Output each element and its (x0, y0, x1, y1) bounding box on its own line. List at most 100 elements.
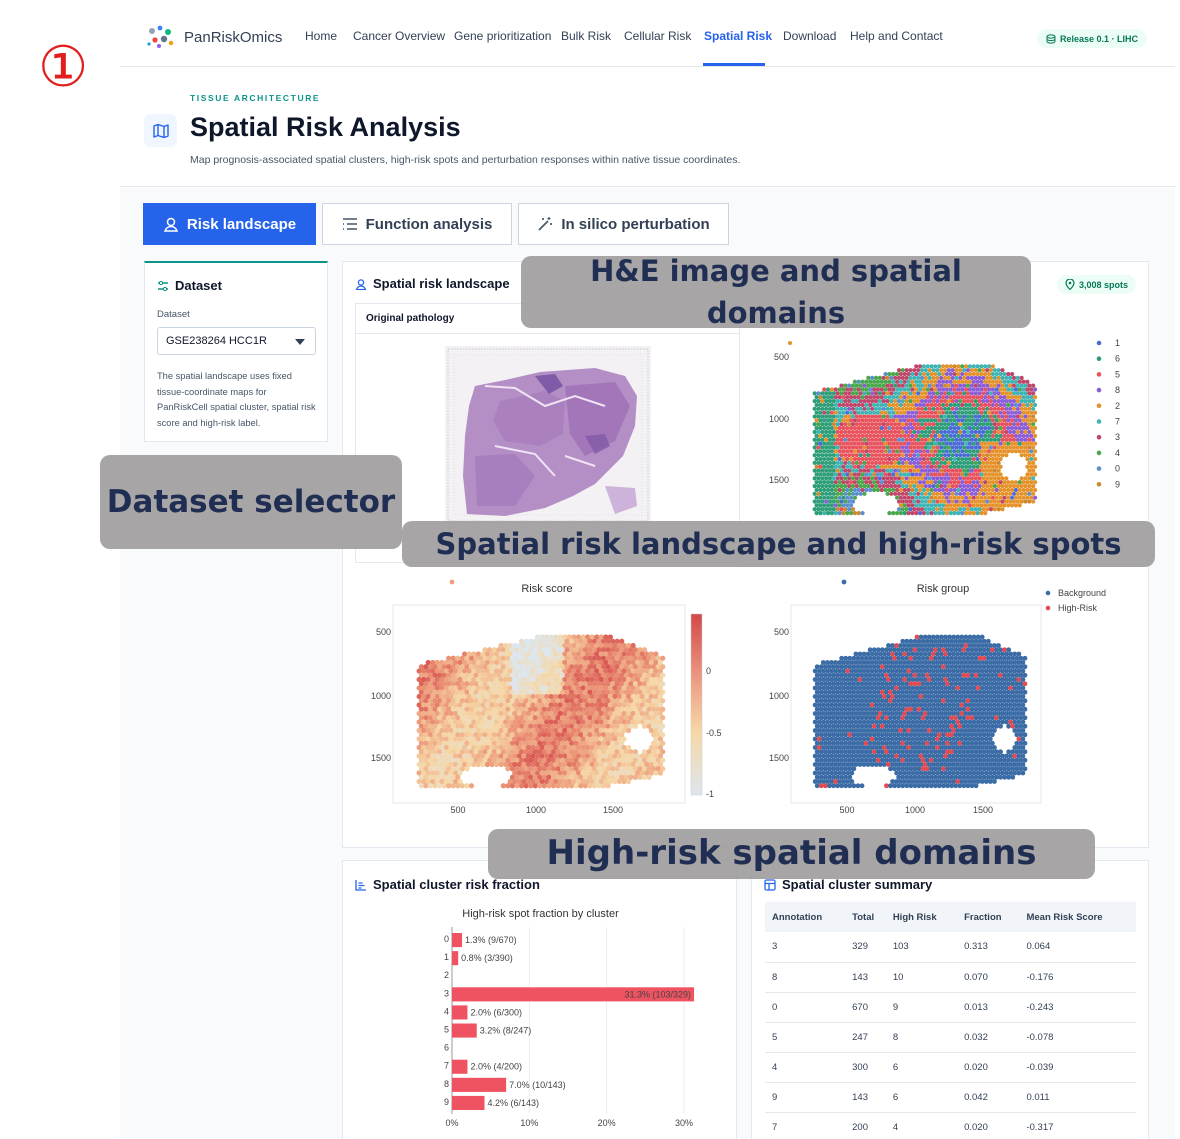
table-cell: 9 (885, 992, 958, 1023)
bar (452, 1095, 485, 1110)
page-title: Spatial Risk Analysis (190, 112, 461, 142)
x-tick-label: 1000 (526, 805, 546, 815)
brand-name: PanRiskOmics (184, 28, 283, 46)
tab-risk-landscape[interactable]: Risk landscape (143, 203, 316, 245)
nav-home[interactable]: Home (305, 29, 337, 43)
legend-label: High-Risk (1058, 603, 1098, 613)
dataset-note: The spatial landscape uses fixed tissue-… (157, 371, 316, 428)
table-cell: 247 (845, 1022, 886, 1053)
spots-count-label: 3,008 spots (1079, 279, 1129, 290)
nav-cellular-risk[interactable]: Cellular Risk (624, 29, 691, 43)
legend-label: 0 (1115, 464, 1120, 474)
tab-label: In silico perturbation (561, 215, 710, 233)
legend-label: 2 (1115, 401, 1120, 411)
legend-marker (1096, 340, 1102, 346)
table-cell: 6 (885, 1082, 958, 1113)
x-tick-label: 500 (450, 805, 465, 815)
column-header[interactable]: Mean Risk Score (1019, 902, 1136, 932)
x-tick-label: 0% (445, 1118, 458, 1128)
he-pathology-image[interactable] (445, 346, 651, 524)
y-tick-label: 5 (444, 1025, 449, 1035)
legend-label: 6 (1115, 354, 1120, 364)
table-row[interactable]: 7 200 4 0.020 -0.317 (765, 1112, 1136, 1139)
table-cell: 0.020 (957, 1112, 1020, 1139)
spatial-cluster-plot[interactable]: 500 1000 1500 1 6 5 8 2 7 3 4 0 9 (743, 327, 1143, 522)
tab-label: Risk landscape (186, 215, 297, 233)
release-label: Release 0.1 · LIHC (1060, 33, 1139, 44)
table-cell: -0.243 (1019, 992, 1136, 1023)
nav-download[interactable]: Download (783, 29, 836, 43)
cluster-summary-title-text: Spatial cluster summary (782, 877, 933, 892)
table-cell: -0.317 (1019, 1112, 1136, 1139)
y-tick-label: 500 (774, 627, 789, 637)
y-tick-label: 1000 (769, 691, 789, 701)
dataset-select[interactable]: GSE238264 HCC1R (157, 327, 316, 355)
nav-cancer-overview[interactable]: Cancer Overview (353, 29, 445, 43)
y-tick-label: 1500 (769, 753, 789, 763)
table-row[interactable]: 0 670 9 0.013 -0.243 (765, 992, 1136, 1023)
nav-bulk-risk[interactable]: Bulk Risk (561, 29, 611, 43)
y-tick-label: 2 (444, 970, 449, 980)
table-row[interactable]: 8 143 10 0.070 -0.176 (765, 962, 1136, 993)
callout-dataset-selector: Dataset selector (100, 455, 402, 549)
y-tick-label: 0 (444, 934, 449, 944)
risk-score-plot[interactable]: Risk score 500 1000 1500 500 1000 1500 0 -0.5 -1 (355, 575, 740, 825)
table-row[interactable]: 4 300 6 0.020 -0.039 (765, 1052, 1136, 1083)
brand-logo[interactable]: PanRiskOmics (146, 24, 282, 50)
nav-gene-prioritization[interactable]: Gene prioritization (454, 29, 551, 43)
legend-marker (1096, 466, 1102, 471)
x-tick-label: 30% (675, 1118, 693, 1128)
legend-marker (1096, 434, 1102, 440)
cluster-risk-fraction-card: Spatial cluster risk fraction High-risk … (342, 860, 737, 1139)
table-row[interactable]: 3 329 103 0.313 0.064 (765, 932, 1136, 963)
legend-marker (1096, 372, 1102, 377)
tab-in-silico-perturbation[interactable]: In silico perturbation (518, 203, 729, 245)
table-cell: 0.313 (957, 932, 1020, 963)
cluster-risk-title-text: Spatial cluster risk fraction (373, 877, 540, 892)
landscape-panel-title: Spatial risk landscape (355, 276, 510, 291)
chevron-down-icon (295, 339, 305, 345)
bar (452, 1005, 468, 1020)
legend-label: 1 (1115, 338, 1120, 348)
user-pin-icon (163, 217, 178, 232)
column-header[interactable]: Total (845, 902, 886, 932)
spots-count-badge: 3,008 spots (1057, 275, 1137, 294)
tab-label: Function analysis (365, 215, 493, 233)
x-tick-label: 1500 (603, 805, 623, 815)
legend-marker (1096, 450, 1102, 456)
logo-icon (147, 25, 174, 48)
table-row[interactable]: 9 143 6 0.042 0.011 (765, 1082, 1136, 1113)
y-tick-label: 3 (444, 988, 449, 998)
bar-label: 2.0% (6/300) (470, 1007, 522, 1017)
y-tick-label: 4 (444, 1006, 449, 1016)
nav-help-contact[interactable]: Help and Contact (850, 29, 943, 43)
nav-spatial-risk[interactable]: Spatial Risk (704, 29, 772, 43)
bar (452, 1059, 468, 1074)
table-cell: 143 (845, 1082, 886, 1113)
table-cell: 6 (885, 1052, 958, 1083)
location-pin-icon (1065, 279, 1075, 290)
table-cell: 3 (765, 932, 846, 963)
table-icon (764, 878, 776, 891)
callout-spatial-risk: Spatial risk landscape and high-risk spo… (402, 521, 1155, 567)
map-icon (144, 114, 177, 147)
colorbar (690, 613, 703, 796)
column-header[interactable]: Annotation (765, 902, 846, 932)
table-cell: 0.013 (957, 992, 1020, 1023)
column-header[interactable]: High Risk (885, 902, 958, 932)
legend-label: 8 (1115, 385, 1120, 395)
risk-group-plot[interactable]: Risk group 500 1000 1500 500 1000 1500 Backgrou… (753, 575, 1143, 825)
legend-label: 9 (1115, 479, 1120, 489)
table-cell: 0 (765, 992, 846, 1023)
tab-function-analysis[interactable]: Function analysis (322, 203, 512, 245)
table-row[interactable]: 5 247 8 0.032 -0.078 (765, 1022, 1136, 1053)
list-icon (342, 218, 357, 230)
column-header[interactable]: Fraction (957, 902, 1020, 932)
cluster-risk-bar-chart[interactable]: 0% 10% 20% 30% 0 1.3% (9/670) 1 0.8% (3/390) 2 3 3… (343, 923, 738, 1139)
table-cell: 670 (845, 992, 886, 1023)
table-cell: 9 (765, 1082, 846, 1113)
y-tick-label: 1 (444, 952, 449, 962)
table-cell: 8 (885, 1022, 958, 1053)
table-cell: 0.042 (957, 1082, 1020, 1113)
table-cell: -0.176 (1019, 962, 1136, 993)
